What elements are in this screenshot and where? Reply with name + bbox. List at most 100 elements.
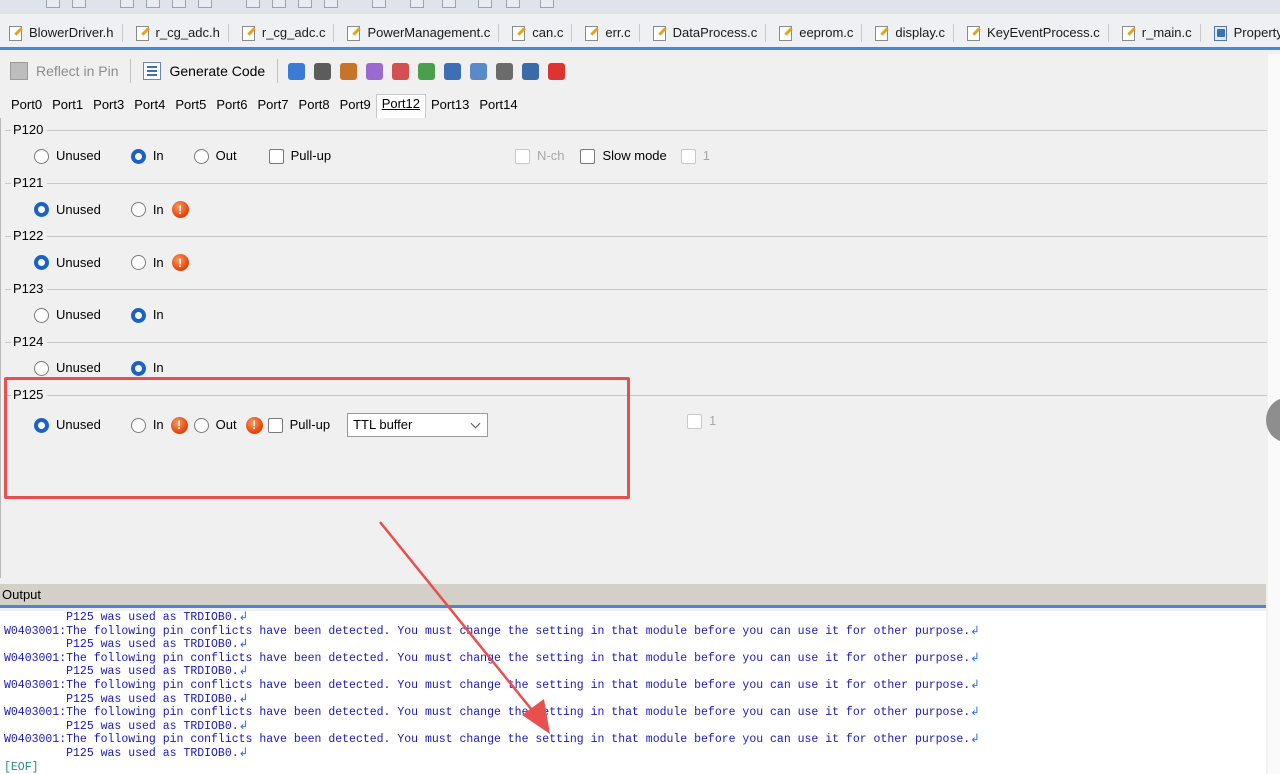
toolbar-icon[interactable]	[324, 0, 338, 8]
file-tab-label: display.c	[895, 25, 946, 40]
link-icon[interactable]	[444, 62, 462, 80]
file-tab[interactable]: BlowerDriver.h	[0, 19, 127, 47]
file-tab-label: DataProcess.c	[672, 25, 758, 40]
p120-extra-options: N-ch Slow mode 1	[515, 148, 710, 164]
toolbar-icon[interactable]	[478, 0, 492, 8]
toolbar-icon[interactable]	[410, 0, 424, 8]
serial-icon[interactable]	[392, 62, 410, 80]
toolbar-icon[interactable]	[172, 0, 186, 8]
line-return-icon: ↲	[238, 746, 249, 760]
p121-unused-radio[interactable]: Unused	[34, 202, 101, 218]
toolbar-icon[interactable]	[120, 0, 134, 8]
p120-nch-checkbox[interactable]: N-ch	[515, 148, 564, 164]
speaker-icon[interactable]	[522, 62, 540, 80]
file-tab[interactable]: KeyEventProcess.c	[958, 19, 1113, 47]
port-icon[interactable]	[340, 62, 358, 80]
tab-separator	[121, 23, 123, 42]
toolbar-icon[interactable]	[46, 0, 60, 8]
p123-unused-radio[interactable]: Unused	[34, 307, 101, 323]
p125-output-one-checkbox[interactable]: 1	[687, 413, 716, 429]
toolbar-icon[interactable]	[198, 0, 212, 8]
p124-in-radio[interactable]: In	[130, 360, 164, 376]
p122-in-radio[interactable]: In	[130, 255, 164, 271]
tab-port14[interactable]: Port14	[474, 96, 522, 118]
tab-port0[interactable]: Port0	[6, 96, 47, 118]
reflect-in-pin-label: Reflect in Pin	[36, 63, 119, 79]
file-tab[interactable]: display.c	[866, 19, 958, 47]
tab-port5[interactable]: Port5	[170, 96, 211, 118]
generate-code-icon	[143, 62, 162, 80]
p120-out-radio[interactable]: Out	[193, 148, 237, 164]
c-file-icon	[241, 25, 257, 41]
output-line: W0403001:The following pin conflicts hav…	[4, 679, 1266, 693]
radio-selected-icon	[34, 202, 49, 217]
p124-unused-radio[interactable]: Unused	[34, 360, 101, 376]
pin-view-icon[interactable]	[288, 62, 306, 80]
file-tab[interactable]: DataProcess.c	[644, 19, 771, 47]
warning-icon: !	[171, 201, 189, 218]
p121-in-radio[interactable]: In	[130, 201, 164, 218]
toolbar-icon[interactable]	[272, 0, 286, 8]
p122-options: Unused In !	[34, 254, 189, 271]
output-log: P125 was used as TRDIOB0.↲ W0403001:The f…	[0, 611, 1266, 774]
toolbar-icon[interactable]	[298, 0, 312, 8]
network-icon[interactable]	[496, 62, 514, 80]
generate-code-button[interactable]: Generate Code	[137, 57, 271, 85]
output-line: P125 was used as TRDIOB0.↲	[4, 665, 1266, 679]
p120-slow-mode-checkbox[interactable]: Slow mode	[580, 148, 667, 164]
line-return-icon: ↲	[238, 719, 249, 733]
toolbar-icon[interactable]	[540, 0, 554, 8]
radio-icon	[193, 148, 209, 164]
timer-icon[interactable]	[418, 62, 436, 80]
p120-unused-radio[interactable]: Unused	[34, 148, 101, 164]
output-line: W0403001:The following pin conflicts hav…	[4, 652, 1266, 666]
toolbar-icon[interactable]	[506, 0, 520, 8]
table-icon[interactable]	[470, 62, 488, 80]
option-label: In	[152, 201, 164, 217]
p122-unused-radio[interactable]: Unused	[34, 255, 101, 271]
tab-port9[interactable]: Port9	[335, 96, 376, 118]
tab-port3[interactable]: Port3	[88, 96, 129, 118]
battery-icon[interactable]	[548, 62, 566, 80]
tab-port8[interactable]: Port8	[294, 96, 335, 118]
file-tab[interactable]: r_main.c	[1113, 19, 1205, 47]
file-tab[interactable]: err.c	[576, 19, 643, 47]
toolbar-icon[interactable]	[442, 0, 456, 8]
reflect-in-pin-button[interactable]: Reflect in Pin	[4, 57, 124, 85]
checkbox-icon	[687, 413, 702, 429]
file-tab[interactable]: eeprom.c	[770, 19, 866, 47]
output-line-text: W0403001:The following pin conflicts hav…	[4, 651, 971, 665]
file-tab-label: can.c	[532, 25, 564, 40]
p124-options: Unused In	[34, 360, 164, 376]
file-tab[interactable]: PowerManagement.c	[338, 19, 503, 47]
tab-port12[interactable]: Port12	[375, 94, 427, 118]
clock-gen-icon[interactable]	[314, 62, 332, 80]
radio-icon	[130, 255, 146, 270]
line-return-icon: ↲	[970, 733, 980, 747]
toolbar-icon[interactable]	[72, 0, 86, 8]
output-line-text: W0403001:The following pin conflicts hav…	[4, 706, 971, 720]
tab-port13[interactable]: Port13	[426, 96, 474, 118]
toolbar-icon[interactable]	[146, 0, 160, 8]
file-tab[interactable]: can.c	[503, 19, 576, 47]
toolbar-icon[interactable]	[372, 0, 386, 8]
p120-output-one-checkbox[interactable]: 1	[680, 148, 710, 164]
file-tab[interactable]: Property	[1205, 19, 1280, 47]
interrupt-icon[interactable]	[366, 62, 384, 80]
p120-in-radio[interactable]: In	[130, 148, 164, 164]
option-label: Unused	[56, 360, 101, 375]
p120-pullup-checkbox[interactable]: Pull-up	[268, 148, 331, 164]
tab-port1[interactable]: Port1	[47, 96, 88, 118]
tab-port4[interactable]: Port4	[129, 96, 170, 118]
file-tab[interactable]: r_cg_adc.h	[127, 19, 233, 47]
tab-port6[interactable]: Port6	[211, 96, 252, 118]
toolbar-icon[interactable]	[246, 0, 260, 8]
output-eof-marker: [EOF]	[4, 760, 39, 774]
pin-label-p122: P122	[11, 227, 48, 245]
p123-in-radio[interactable]: In	[130, 307, 164, 323]
c-file-icon	[584, 25, 600, 41]
tab-separator	[571, 23, 573, 42]
file-tab[interactable]: r_cg_adc.c	[233, 19, 339, 47]
output-line: W0403001:The following pin conflicts hav…	[4, 625, 1266, 639]
tab-port7[interactable]: Port7	[252, 96, 293, 118]
